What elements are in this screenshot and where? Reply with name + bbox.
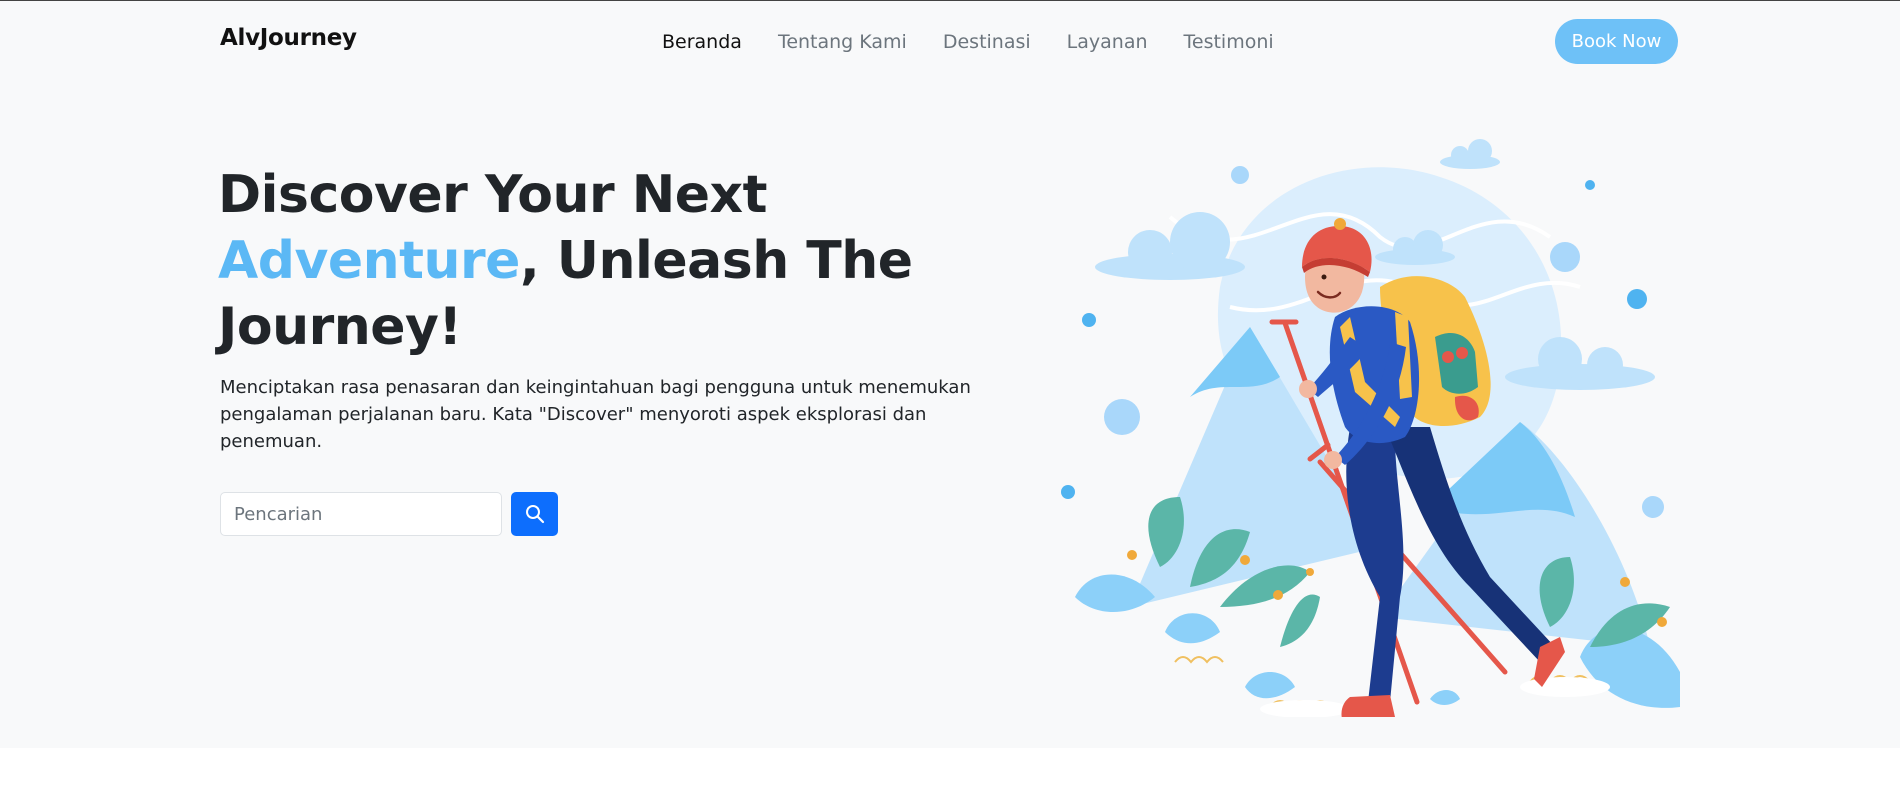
search-button[interactable]	[511, 492, 558, 536]
headline-part-1: Discover Your Next	[218, 165, 767, 225]
search-icon	[525, 505, 544, 524]
hero-section: Discover Your Next Adventure, Unleash The…	[0, 82, 1900, 748]
hero-description: Menciptakan rasa penasaran dan keinginta…	[220, 377, 971, 452]
search-input[interactable]	[220, 492, 502, 536]
nav-links: Beranda Tentang Kami Destinasi Layanan T…	[662, 31, 1310, 53]
headline-accent: Adventure	[218, 231, 520, 291]
brand-logo[interactable]: AlvJourney	[220, 25, 357, 51]
nav-link-layanan[interactable]: Layanan	[1067, 31, 1148, 53]
nav-link-tentang-kami[interactable]: Tentang Kami	[778, 31, 907, 53]
hero-headline: Discover Your Next Adventure, Unleash The…	[218, 162, 938, 360]
nav-link-beranda[interactable]: Beranda	[662, 31, 742, 53]
nav-link-destinasi[interactable]: Destinasi	[943, 31, 1031, 53]
hiker-illustration	[1061, 139, 1680, 717]
book-now-button[interactable]: Book Now	[1555, 19, 1678, 64]
navbar: AlvJourney Beranda Tentang Kami Destinas…	[0, 1, 1900, 82]
nav-link-testimoni[interactable]: Testimoni	[1184, 31, 1274, 53]
